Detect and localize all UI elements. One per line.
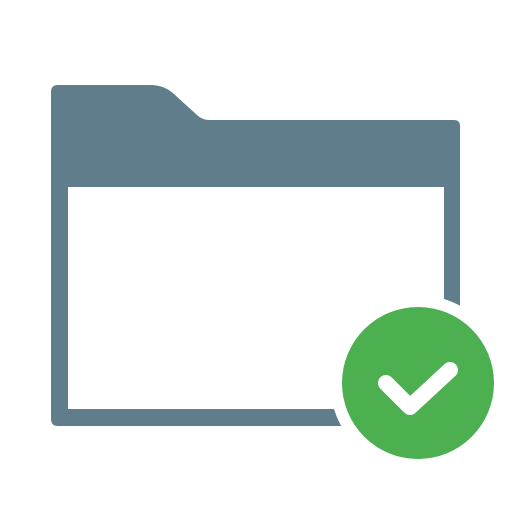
folder-check-icon xyxy=(51,85,506,471)
check-badge xyxy=(342,307,494,459)
icon-canvas xyxy=(0,0,512,512)
